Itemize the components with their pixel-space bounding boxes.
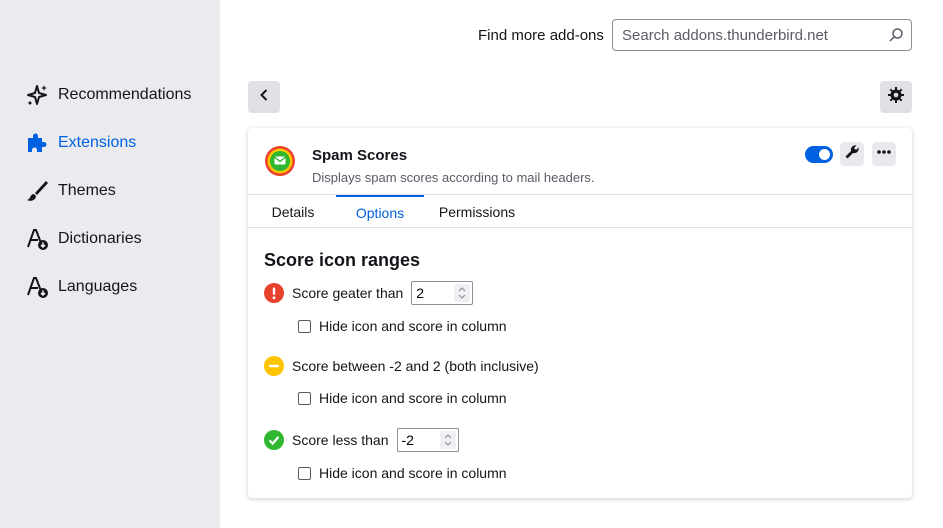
sidebar-item-label: Themes	[58, 182, 116, 199]
sidebar-item-label: Extensions	[58, 134, 137, 151]
search-icon[interactable]	[888, 27, 904, 47]
sidebar-item-themes[interactable]: Themes	[24, 177, 116, 205]
tab-permissions[interactable]: Permissions	[434, 195, 520, 228]
enable-toggle[interactable]	[805, 146, 833, 163]
gear-icon	[887, 86, 905, 108]
hide-low-checkbox[interactable]: Hide icon and score in column	[298, 463, 507, 483]
preferences-button[interactable]	[840, 142, 864, 166]
search-box[interactable]	[612, 19, 912, 51]
tab-options[interactable]: Options	[336, 195, 424, 228]
checkbox[interactable]	[298, 466, 311, 480]
hide-high-checkbox[interactable]: Hide icon and score in column	[298, 316, 507, 336]
sidebar-item-recommendations[interactable]: Recommendations	[24, 81, 191, 109]
score-mid-label: Score between -2 and 2 (both inclusive)	[292, 358, 539, 374]
sidebar-item-extensions[interactable]: Extensions	[24, 129, 136, 157]
toggle-knob	[819, 149, 830, 160]
sidebar: Recommendations Extensions Themes Dictio…	[0, 0, 220, 528]
dictionary-icon	[24, 226, 50, 252]
spam-scores-logo-icon	[264, 145, 296, 177]
score-low-label: Score less than	[292, 432, 389, 448]
addon-name: Spam Scores	[312, 147, 408, 164]
sidebar-item-languages[interactable]: Languages	[24, 273, 137, 301]
sidebar-item-label: Recommendations	[58, 86, 192, 103]
sidebar-item-label: Languages	[58, 278, 138, 295]
more-options-button[interactable]	[872, 142, 896, 166]
addon-tabs: Details Options Permissions	[248, 194, 912, 228]
chevron-left-icon	[256, 87, 272, 107]
hide-mid-checkbox[interactable]: Hide icon and score in column	[298, 388, 507, 408]
more-icon	[876, 144, 892, 164]
checkbox[interactable]	[298, 391, 311, 405]
minus-icon	[264, 356, 284, 376]
addon-description: Displays spam scores according to mail h…	[312, 170, 595, 185]
tab-details[interactable]: Details	[260, 195, 326, 228]
options-title: Score icon ranges	[264, 250, 421, 270]
spin-buttons[interactable]	[454, 284, 471, 302]
sidebar-item-label: Dictionaries	[58, 230, 142, 247]
checkbox-label: Hide icon and score in column	[319, 465, 507, 481]
search-input[interactable]	[622, 26, 882, 44]
score-mid-row: Score between -2 and 2 (both inclusive)	[264, 354, 539, 378]
puzzle-icon	[24, 130, 50, 156]
score-low-row: Score less than	[264, 428, 459, 452]
language-icon	[24, 274, 50, 300]
settings-button[interactable]	[880, 81, 912, 113]
checkmark-icon	[264, 430, 284, 450]
brush-icon	[24, 178, 50, 204]
find-more-addons-label: Find more add-ons	[478, 27, 604, 44]
score-high-row: Score geater than	[264, 281, 474, 305]
checkbox[interactable]	[298, 319, 311, 333]
sparkle-icon	[24, 82, 50, 108]
score-high-stepper[interactable]	[411, 281, 474, 305]
checkbox-label: Hide icon and score in column	[319, 318, 507, 334]
spin-buttons[interactable]	[439, 431, 456, 449]
score-low-stepper[interactable]	[396, 428, 459, 452]
sidebar-item-dictionaries[interactable]: Dictionaries	[24, 225, 142, 253]
checkbox-label: Hide icon and score in column	[319, 390, 507, 406]
score-high-label: Score geater than	[292, 285, 404, 301]
exclamation-icon	[264, 283, 284, 303]
wrench-icon	[844, 144, 860, 164]
main-content: Find more add-ons Spam Scores Displays s…	[220, 0, 943, 528]
back-button[interactable]	[248, 81, 280, 113]
addon-card: Spam Scores Displays spam scores accordi…	[248, 128, 912, 498]
